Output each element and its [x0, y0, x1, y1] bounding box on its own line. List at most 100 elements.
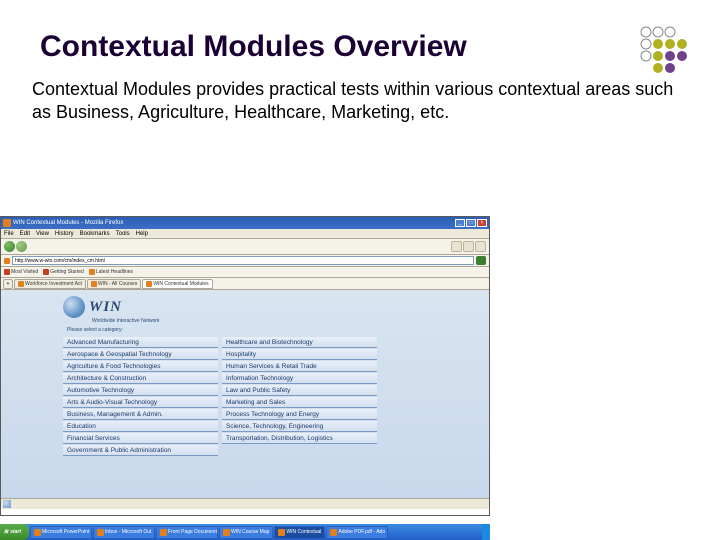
- menu-file[interactable]: File: [4, 231, 14, 237]
- menu-tools[interactable]: Tools: [116, 231, 130, 237]
- maximize-button[interactable]: □: [466, 219, 476, 227]
- page-content: WIN Worldwide Interactive Network Please…: [1, 290, 489, 498]
- task-label: WIN Contextual: [286, 529, 321, 535]
- bookmark-icon: [43, 269, 49, 275]
- task-label: Inbox - Microsoft Out: [105, 529, 151, 535]
- page-icon: [4, 258, 10, 264]
- tab-3-active[interactable]: WIN Contextual Modules: [142, 279, 212, 289]
- category-link[interactable]: Process Technology and Energy: [222, 409, 377, 420]
- nav-toolbar: [1, 239, 489, 255]
- bookmarks-toolbar: Most Visited Getting Started Latest Head…: [1, 267, 489, 278]
- tab-icon: [91, 281, 97, 287]
- latest-headlines-link[interactable]: Latest Headlines: [89, 269, 133, 275]
- close-button[interactable]: ×: [477, 219, 487, 227]
- category-link[interactable]: Agriculture & Food Technologies: [63, 361, 218, 372]
- category-link[interactable]: Human Services & Retail Trade: [222, 361, 377, 372]
- slide-title: Contextual Modules Overview: [0, 0, 720, 78]
- category-link[interactable]: Marketing and Sales: [222, 397, 377, 408]
- taskbar-item[interactable]: Microsoft PowerPoint: [30, 526, 92, 539]
- windows-logo-icon: ⊞: [4, 529, 8, 535]
- category-link[interactable]: Business, Management & Admin.: [63, 409, 218, 420]
- go-button[interactable]: [476, 256, 486, 265]
- app-icon: [97, 529, 104, 536]
- category-column-2: Healthcare and Biotechnology Hospitality…: [222, 337, 377, 456]
- getting-started-link[interactable]: Getting Started: [43, 269, 84, 275]
- task-label: Microsoft PowerPoint: [42, 529, 89, 535]
- windows-taskbar: ⊞ start Microsoft PowerPoint Inbox - Mic…: [0, 524, 490, 540]
- taskbar-item[interactable]: Front Page Document: [156, 526, 218, 539]
- brand-logo-text: WIN: [89, 299, 122, 316]
- forward-button[interactable]: [16, 241, 27, 252]
- category-link[interactable]: Aerospace & Geospatial Technology: [63, 349, 218, 360]
- taskbar-item[interactable]: Adobe PDF.pdf - Ado: [326, 526, 388, 539]
- taskbar-item[interactable]: WIN Course Map: [219, 526, 273, 539]
- menu-history[interactable]: History: [55, 231, 74, 237]
- link-label: Most Visited: [11, 269, 38, 275]
- app-icon: [278, 529, 285, 536]
- browser-window: WIN Contextual Modules - Mozilla Firefox…: [0, 216, 490, 516]
- task-label: Front Page Document: [168, 529, 217, 535]
- status-icon: [3, 500, 11, 508]
- home-button[interactable]: [475, 241, 486, 252]
- start-label: start: [10, 529, 21, 535]
- category-link[interactable]: Architecture & Construction: [63, 373, 218, 384]
- task-label: Adobe PDF.pdf - Ado: [338, 529, 385, 535]
- stop-button[interactable]: [463, 241, 474, 252]
- menu-bookmarks[interactable]: Bookmarks: [80, 231, 110, 237]
- tab-2[interactable]: WIN - All Courses: [87, 279, 141, 289]
- category-link[interactable]: Arts & Audio-Visual Technology: [63, 397, 218, 408]
- app-icon: [223, 529, 230, 536]
- menu-edit[interactable]: Edit: [20, 231, 30, 237]
- category-link[interactable]: Transportation, Distribution, Logistics: [222, 433, 377, 444]
- category-link[interactable]: Financial Services: [63, 433, 218, 444]
- category-link[interactable]: Government & Public Administration: [63, 445, 218, 456]
- app-icon: [34, 529, 41, 536]
- system-tray[interactable]: [482, 524, 490, 540]
- category-column-1: Advanced Manufacturing Aerospace & Geosp…: [63, 337, 218, 456]
- tab-label: WIN - All Courses: [98, 281, 137, 287]
- window-titlebar[interactable]: WIN Contextual Modules - Mozilla Firefox…: [1, 217, 489, 229]
- category-link[interactable]: Science, Technology, Engineering: [222, 421, 377, 432]
- menu-view[interactable]: View: [36, 231, 49, 237]
- category-link[interactable]: Advanced Manufacturing: [63, 337, 218, 348]
- decorative-dots: [638, 24, 698, 74]
- new-tab-button[interactable]: +: [3, 279, 13, 289]
- tab-1[interactable]: Workforce Investment Act: [14, 279, 86, 289]
- category-link[interactable]: Healthcare and Biotechnology: [222, 337, 377, 348]
- task-label: WIN Course Map: [231, 529, 269, 535]
- minimize-button[interactable]: _: [455, 219, 465, 227]
- category-link[interactable]: Education: [63, 421, 218, 432]
- start-button[interactable]: ⊞ start: [0, 524, 29, 540]
- tab-label: Workforce Investment Act: [25, 281, 82, 287]
- slide-body-text: Contextual Modules provides practical te…: [0, 78, 720, 131]
- menu-bar: File Edit View History Bookmarks Tools H…: [1, 229, 489, 239]
- bookmark-icon: [4, 269, 10, 275]
- rss-icon: [89, 269, 95, 275]
- link-label: Latest Headlines: [96, 269, 133, 275]
- category-link[interactable]: Automotive Technology: [63, 385, 218, 396]
- tab-label: WIN Contextual Modules: [153, 281, 208, 287]
- back-button[interactable]: [4, 241, 15, 252]
- tab-bar: + Workforce Investment Act WIN - All Cou…: [1, 278, 489, 290]
- menu-help[interactable]: Help: [136, 231, 148, 237]
- category-link[interactable]: Hospitality: [222, 349, 377, 360]
- taskbar-item[interactable]: Inbox - Microsoft Out: [93, 526, 155, 539]
- brand-subtitle: Worldwide Interactive Network: [1, 318, 489, 324]
- most-visited-link[interactable]: Most Visited: [4, 269, 38, 275]
- address-bar[interactable]: http://www.w-win.com/cm/index_cm.html: [12, 256, 474, 265]
- reload-button[interactable]: [451, 241, 462, 252]
- category-link[interactable]: Information Technology: [222, 373, 377, 384]
- tab-icon: [18, 281, 24, 287]
- window-title: WIN Contextual Modules - Mozilla Firefox: [13, 220, 123, 226]
- globe-icon: [63, 296, 85, 318]
- status-bar: [1, 498, 489, 509]
- firefox-icon: [3, 219, 11, 227]
- app-icon: [160, 529, 167, 536]
- tab-icon: [146, 281, 152, 287]
- address-bar-row: http://www.w-win.com/cm/index_cm.html: [1, 255, 489, 267]
- url-text: http://www.w-win.com/cm/index_cm.html: [15, 258, 105, 264]
- link-label: Getting Started: [50, 269, 84, 275]
- taskbar-item-active[interactable]: WIN Contextual: [274, 526, 325, 539]
- app-icon: [330, 529, 337, 536]
- category-link[interactable]: Law and Public Safety: [222, 385, 377, 396]
